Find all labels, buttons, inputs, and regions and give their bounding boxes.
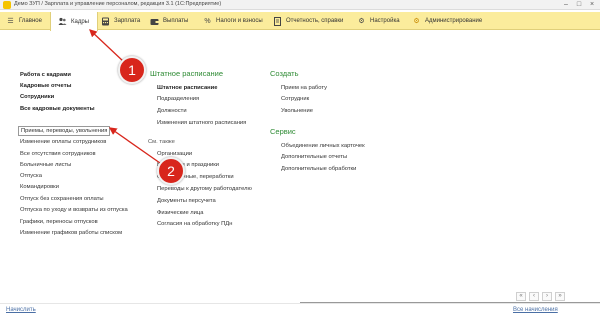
link-create-employee[interactable]: Сотрудник — [281, 96, 309, 102]
section-content: Работа с кадрами Кадровые отчеты Сотрудн… — [0, 31, 600, 311]
section-staff[interactable]: Кадры — [50, 12, 98, 31]
link-parental-leave[interactable]: Отпуска по уходу и возвраты из отпуска — [20, 207, 128, 213]
app-logo-icon — [3, 1, 11, 9]
link-merge-personal-cards[interactable]: Объединение личных карточек — [281, 143, 365, 149]
section-salary[interactable]: Зарплата — [101, 12, 140, 30]
link-create-hiring[interactable]: Прием на работу — [281, 85, 327, 91]
section-settings[interactable]: ⚙ Настройка — [357, 12, 400, 30]
link-create-dismissal[interactable]: Увольнение — [281, 108, 313, 114]
section-reporting[interactable]: Отчетность, справки — [273, 12, 343, 30]
link-unpaid-leave[interactable]: Отпуск без сохранения оплаты — [20, 196, 104, 202]
people-icon — [58, 17, 67, 26]
link-staff-work[interactable]: Работа с кадрами — [20, 72, 71, 78]
callout-1: 1 — [118, 56, 146, 84]
link-staff-reports[interactable]: Кадровые отчеты — [20, 83, 71, 89]
link-employees[interactable]: Сотрудники — [20, 94, 54, 100]
group-title-staffing: Штатное расписание — [150, 69, 224, 78]
link-departments[interactable]: Подразделения — [157, 96, 199, 102]
scroll-bottom-button[interactable]: » — [555, 292, 565, 301]
section-taxes[interactable]: % Налоги и взносы — [203, 12, 263, 30]
section-payments-label: Выплаты — [163, 18, 189, 24]
link-staffing-table[interactable]: Штатное расписание — [157, 85, 217, 91]
percent-icon: % — [204, 17, 211, 25]
link-vacation-schedules[interactable]: Графики, переносы отпусков — [20, 219, 98, 225]
link-transfers-to-other-employer[interactable]: Переводы к другому работодателю — [157, 186, 252, 192]
minimize-button[interactable]: – — [560, 0, 572, 10]
section-salary-label: Зарплата — [114, 18, 141, 24]
section-main-label: Главное — [19, 18, 42, 24]
window-title: Демо ЗУП / Зарплата и управление персона… — [14, 1, 222, 7]
section-payments[interactable]: Выплаты — [150, 12, 188, 30]
admin-gear-icon: ⚙ — [413, 17, 420, 25]
link-positions[interactable]: Должности — [157, 108, 187, 114]
link-additional-reports[interactable]: Дополнительные отчеты — [281, 154, 347, 160]
link-sick-leaves[interactable]: Больничные листы — [20, 162, 71, 168]
section-reporting-label: Отчетность, справки — [286, 18, 344, 24]
see-also-label: См. также — [148, 139, 175, 145]
link-all-absences[interactable]: Все отсутствия сотрудников — [20, 151, 96, 157]
gear-icon: ⚙ — [358, 17, 365, 25]
link-individuals[interactable]: Физические лица — [157, 210, 203, 216]
link-pay-changes[interactable]: Изменение оплаты сотрудников — [20, 139, 106, 145]
calculator-icon — [101, 17, 110, 26]
link-additional-processing[interactable]: Дополнительные обработки — [281, 166, 356, 172]
link-organizations[interactable]: Организации — [157, 151, 192, 157]
section-staff-label: Кадры — [71, 18, 89, 25]
maximize-button[interactable]: □ — [573, 0, 585, 10]
sections-panel: ☰ Главное Кадры Зарплата Выплаты % Налог… — [0, 12, 600, 31]
link-hirings-transfers-dismissals[interactable]: Приемы, переводы, увольнения — [18, 126, 111, 136]
link-pension-documents[interactable]: Документы персучета — [157, 198, 216, 204]
link-pd-consents[interactable]: Согласия на обработку ПДн — [157, 221, 232, 227]
section-taxes-label: Налоги и взносы — [216, 18, 263, 24]
section-settings-label: Настройка — [370, 18, 400, 24]
window-title-bar: Демо ЗУП / Зарплата и управление персона… — [0, 0, 600, 10]
section-administration[interactable]: ⚙ Администрирование — [412, 12, 482, 30]
link-accrue[interactable]: Начислить — [6, 307, 36, 313]
group-title-create: Создать — [270, 69, 299, 78]
bottom-panel: Начислить Все начисления — [0, 303, 600, 318]
group-title-service: Сервис — [270, 127, 296, 136]
close-button[interactable]: × — [586, 0, 598, 10]
section-administration-label: Администрирование — [425, 18, 483, 24]
scroll-down-button[interactable]: › — [542, 292, 552, 301]
link-vacations[interactable]: Отпуска — [20, 173, 42, 179]
link-all-hr-documents[interactable]: Все кадровые документы — [20, 106, 95, 112]
section-main[interactable]: ☰ Главное — [6, 12, 42, 30]
scroll-top-button[interactable]: « — [516, 292, 526, 301]
menu-icon: ☰ — [7, 17, 14, 25]
link-business-trips[interactable]: Командировки — [20, 184, 59, 190]
link-work-schedule-changes[interactable]: Изменение графиков работы списком — [20, 230, 122, 236]
link-staffing-changes[interactable]: Изменения штатного расписания — [157, 120, 246, 126]
link-all-accruals[interactable]: Все начисления — [513, 307, 558, 313]
callout-2: 2 — [157, 157, 185, 185]
scroll-up-button[interactable]: ‹ — [529, 292, 539, 301]
wallet-icon — [150, 17, 159, 26]
report-icon — [273, 16, 282, 26]
